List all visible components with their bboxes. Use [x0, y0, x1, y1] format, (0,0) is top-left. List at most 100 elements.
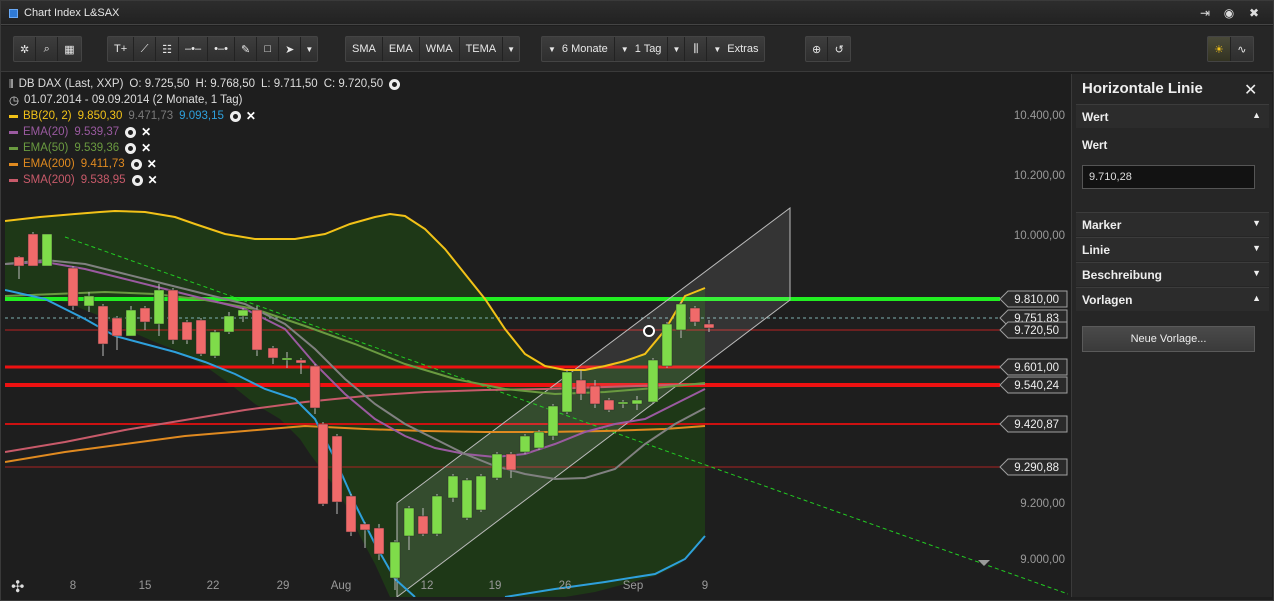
candle-body[interactable] [195, 319, 207, 355]
candle-body[interactable] [153, 289, 165, 325]
settings-icon[interactable] [389, 78, 401, 90]
candle-body[interactable] [603, 399, 615, 411]
pencil-icon[interactable]: ✎ [235, 37, 258, 61]
candle-body[interactable] [617, 401, 629, 405]
extras-select[interactable]: ▼ Extras [707, 37, 764, 61]
chart-canvas[interactable]: ⫼ DB DAX (Last, XXP) O: 9.725,50 H: 9.76… [5, 74, 1068, 597]
candle-body[interactable] [237, 309, 249, 317]
candle-body[interactable] [533, 431, 545, 449]
candle-body[interactable] [209, 331, 221, 357]
candle-body[interactable] [139, 307, 151, 323]
zoom-icon[interactable]: ⊕ [806, 37, 829, 61]
remove-icon[interactable]: ✕ [148, 173, 158, 187]
candle-body[interactable] [491, 453, 503, 479]
candle-body[interactable] [703, 323, 715, 329]
candle-body[interactable] [475, 475, 487, 511]
candle-body[interactable] [111, 317, 123, 337]
candle-body[interactable] [389, 541, 401, 579]
chevron-down-icon[interactable]: ▼ [503, 37, 519, 61]
candle-body[interactable] [13, 256, 25, 267]
candle-body[interactable] [431, 495, 443, 535]
line-handle[interactable] [643, 325, 655, 337]
candle-body[interactable] [519, 435, 531, 453]
close-icon[interactable]: ✕ [1244, 80, 1257, 100]
candle-body[interactable] [675, 303, 687, 331]
ray-icon[interactable]: •–• [208, 37, 235, 61]
horizontal-line-icon[interactable]: –•– [179, 37, 209, 61]
candle-body[interactable] [309, 365, 321, 409]
candle-body[interactable] [317, 423, 329, 505]
candle-body[interactable] [295, 359, 307, 364]
candle-body[interactable] [403, 507, 415, 537]
remove-icon[interactable]: ✕ [246, 109, 256, 123]
candle-body[interactable] [345, 495, 357, 533]
candle-body[interactable] [373, 527, 385, 555]
candle-body[interactable] [125, 309, 137, 337]
chevron-down-icon[interactable]: ▼ [668, 37, 686, 61]
section-wert[interactable]: Wert ▲ [1076, 104, 1269, 128]
candle-body[interactable] [181, 321, 193, 341]
move-icon[interactable]: ✣ [11, 579, 24, 596]
interval-select[interactable]: ▼ 1 Tag [615, 37, 669, 61]
sma-button[interactable]: SMA [346, 37, 383, 61]
section-marker[interactable]: Marker ▼ [1076, 212, 1269, 236]
candle-body[interactable] [267, 347, 279, 359]
candle-body[interactable] [83, 295, 95, 307]
candlestick-icon[interactable]: ⫼ [685, 37, 708, 61]
crosshair-mode-icon[interactable]: ☀ [1208, 37, 1231, 61]
ema-button[interactable]: EMA [383, 37, 420, 61]
search-icon[interactable]: ⌕ [36, 37, 59, 61]
line-icon[interactable]: ⟋ [134, 37, 157, 61]
section-vorlagen[interactable]: Vorlagen ▲ [1076, 287, 1269, 311]
candle-body[interactable] [561, 371, 573, 413]
candle-body[interactable] [223, 315, 235, 333]
candle-body[interactable] [647, 359, 659, 403]
new-template-button[interactable]: Neue Vorlage... [1082, 326, 1255, 352]
tema-button[interactable]: TEMA [460, 37, 504, 61]
candle-body[interactable] [547, 405, 559, 437]
settings-icon[interactable] [125, 142, 137, 154]
remove-icon[interactable]: ✕ [147, 157, 157, 171]
text-tool-button[interactable]: T+ [108, 37, 135, 61]
candle-body[interactable] [575, 379, 587, 395]
candle-body[interactable] [331, 435, 343, 503]
candle-body[interactable] [281, 357, 293, 361]
rectangle-icon[interactable]: □ [257, 37, 280, 61]
export-icon[interactable]: ⇥ [1197, 5, 1213, 21]
candle-body[interactable] [41, 233, 53, 267]
candle-body[interactable] [661, 323, 673, 367]
gear-icon[interactable]: ✲ [14, 37, 37, 61]
scale-dropdown-icon[interactable] [978, 560, 990, 566]
section-beschreibung[interactable]: Beschreibung ▼ [1076, 262, 1269, 286]
chevron-down-icon[interactable]: ▼ [301, 37, 317, 61]
candle-body[interactable] [505, 453, 517, 471]
candle-body[interactable] [461, 479, 473, 519]
close-icon[interactable]: ✖ [1246, 5, 1262, 21]
grid-icon[interactable]: ▦ [58, 37, 80, 61]
target-icon[interactable]: ◉ [1221, 5, 1237, 21]
fibonacci-icon[interactable]: ☷ [156, 37, 180, 61]
candle-body[interactable] [27, 233, 39, 267]
candle-body[interactable] [589, 385, 601, 405]
remove-icon[interactable]: ✕ [141, 125, 151, 139]
candle-body[interactable] [689, 307, 701, 323]
arrow-icon[interactable]: ➤ [279, 37, 302, 61]
candle-body[interactable] [359, 523, 371, 531]
reset-icon[interactable]: ↺ [828, 37, 850, 61]
section-linie[interactable]: Linie ▼ [1076, 237, 1269, 261]
remove-icon[interactable]: ✕ [141, 141, 151, 155]
candle-body[interactable] [97, 305, 109, 345]
value-input[interactable]: 9.710,28 [1082, 165, 1255, 189]
settings-icon[interactable] [125, 126, 137, 138]
candle-body[interactable] [631, 399, 643, 405]
settings-icon[interactable] [229, 110, 241, 122]
settings-icon[interactable] [130, 158, 142, 170]
period-select[interactable]: ▼ 6 Monate [542, 37, 615, 61]
candle-body[interactable] [251, 309, 263, 351]
wave-icon[interactable]: ∿ [1231, 37, 1253, 61]
candle-body[interactable] [417, 515, 429, 535]
candle-body[interactable] [167, 289, 179, 341]
settings-icon[interactable] [131, 174, 143, 186]
candle-body[interactable] [447, 475, 459, 499]
candle-body[interactable] [67, 267, 79, 307]
